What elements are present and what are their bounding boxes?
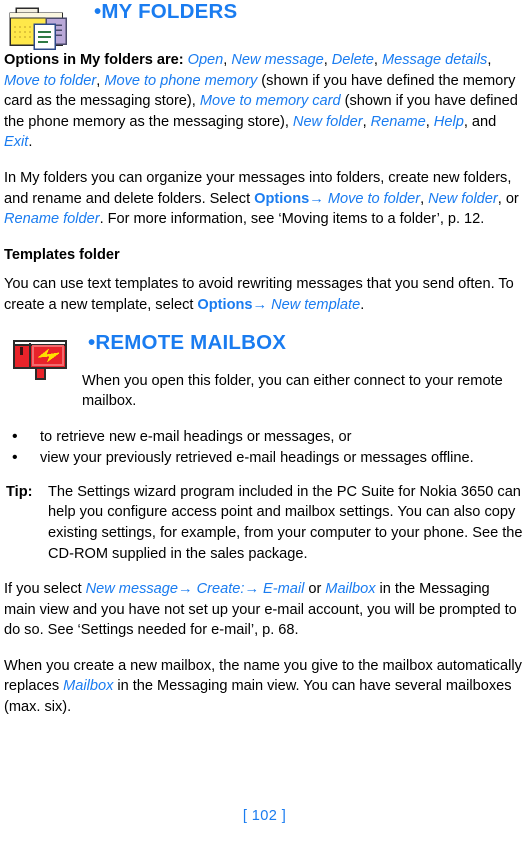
option-move-to-memory-card: Move to memory card: [199, 93, 341, 110]
or-word-2: or: [308, 581, 322, 598]
option-new-folder: New folder: [292, 113, 363, 130]
paragraph-templates: You can use text templates to avoid rewr…: [4, 274, 523, 315]
paragraph-remote-mailbox-intro-wrap: When you open this folder, you can eithe…: [4, 371, 523, 412]
arrow-icon-templates: →: [252, 296, 268, 313]
option-rename-folder-ref: Rename folder: [4, 211, 100, 228]
tip-label: Tip:: [6, 483, 33, 500]
section-header-my-folders: •MY FOLDERS: [4, 0, 523, 50]
arrow-icon: →: [309, 190, 324, 207]
option-new-folder-ref: New folder: [428, 190, 498, 207]
option-new-message: New message: [231, 52, 324, 68]
sep-4: ,: [487, 52, 492, 68]
section-title-text-2: REMOTE MAILBOX: [95, 330, 287, 354]
tip-text: The Settings wizard program included in …: [48, 483, 523, 562]
manual-page: •MY FOLDERS Options in My folders are: O…: [0, 0, 529, 842]
mailbox-italic-word: Mailbox: [63, 678, 114, 695]
templates-period: .: [360, 296, 365, 313]
sep-a: ,: [420, 190, 425, 207]
organize-text-part2: . For more information, see ‘Moving item…: [99, 211, 485, 228]
option-move-to-folder-ref: Move to folder: [327, 190, 421, 207]
sep-end: .: [28, 134, 33, 151]
option-message-details: Message details: [381, 52, 488, 68]
option-create: Create:: [196, 581, 245, 598]
sep-8: ,: [463, 113, 468, 130]
option-move-to-folder: Move to folder: [4, 72, 97, 89]
list-item: view your previously retrieved e-mail he…: [4, 447, 523, 469]
section-header-remote-mailbox: •REMOTE MAILBOX: [4, 331, 523, 380]
options-lead-label: Options in My folders are:: [4, 52, 184, 68]
option-exit: Exit: [4, 134, 29, 151]
list-item: to retrieve new e-mail headings or messa…: [4, 426, 523, 448]
or-word: or: [505, 190, 519, 207]
sep-b: ,: [497, 190, 502, 207]
options-menu-label-templates: Options: [197, 296, 253, 313]
section-title-my-folders: •MY FOLDERS: [94, 0, 237, 23]
option-new-template: New template: [271, 296, 361, 313]
paragraph-organize-folders: In My folders you can organize your mess…: [4, 168, 523, 230]
arrow-icon-1: →: [178, 581, 193, 598]
folder-with-documents-icon: [8, 6, 78, 52]
sep-5: ,: [96, 72, 101, 89]
sep-7: ,: [425, 113, 430, 130]
remote-mailbox-bullet-list: to retrieve new e-mail headings or messa…: [4, 426, 523, 469]
arrow-icon-2: →: [244, 581, 260, 598]
conjunction-and: and: [471, 113, 497, 130]
sep-1: ,: [223, 52, 228, 68]
paragraph-remote-mailbox-intro: When you open this folder, you can eithe…: [82, 372, 503, 410]
section-title-remote-mailbox: •REMOTE MAILBOX: [88, 331, 286, 354]
select-text-part1: If you select: [4, 581, 82, 598]
sep-2: ,: [323, 52, 328, 68]
option-help: Help: [433, 113, 464, 130]
option-rename: Rename: [370, 113, 426, 130]
options-menu-label: Options: [254, 190, 310, 207]
paragraph-options-in-my-folders: Options in My folders are: Open, New mes…: [4, 50, 523, 153]
paragraph-create-new-mailbox: When you create a new mailbox, the name …: [4, 656, 523, 718]
sep-3: ,: [373, 52, 378, 68]
option-open: Open: [187, 52, 224, 68]
paragraph-if-you-select: If you select New message→ Create:→ E-ma…: [4, 579, 523, 641]
tip-block: Tip: The Settings wizard program included…: [4, 482, 523, 564]
option-email: E-mail: [263, 581, 305, 598]
page-number-footer: [ 102 ]: [242, 808, 287, 824]
option-move-to-phone-memory: Move to phone memory: [104, 72, 258, 89]
option-new-message-ref: New message: [85, 581, 179, 598]
option-delete: Delete: [331, 52, 374, 68]
sep-6: ,: [362, 113, 367, 130]
section-title-text: MY FOLDERS: [101, 0, 238, 23]
option-mailbox: Mailbox: [325, 581, 376, 598]
subheading-templates-folder: Templates folder: [4, 246, 120, 263]
